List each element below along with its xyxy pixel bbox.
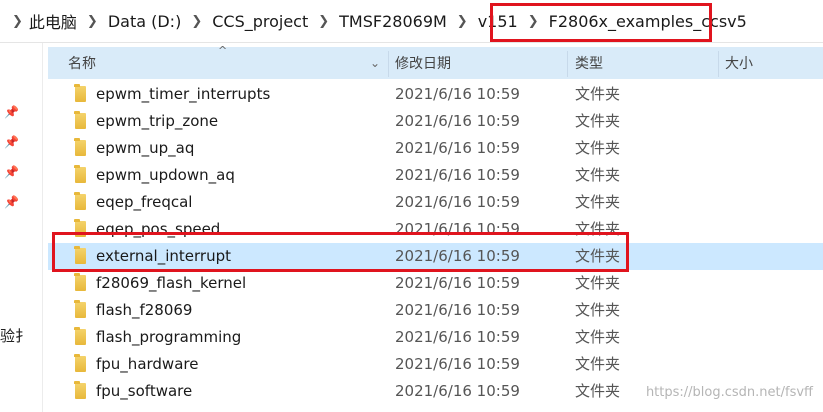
column-header-size[interactable]: 大小 (725, 47, 753, 79)
sort-ascending-icon: ^ (218, 44, 228, 57)
file-type: 文件夹 (575, 166, 621, 184)
file-row[interactable]: epwm_up_aq 2021/6/16 10:59 文件夹 (48, 135, 823, 162)
file-date: 2021/6/16 10:59 (395, 139, 520, 157)
file-row[interactable]: epwm_updown_aq 2021/6/16 10:59 文件夹 (48, 162, 823, 189)
chevron-right-icon[interactable]: ❯ (318, 14, 329, 29)
folder-icon (74, 84, 86, 102)
column-header: ^ 名称 ⌄ 修改日期 类型 大小 (48, 44, 823, 79)
file-date: 2021/6/16 10:59 (395, 274, 520, 292)
file-type: 文件夹 (575, 112, 621, 130)
file-row[interactable]: eqep_freqcal 2021/6/16 10:59 文件夹 (48, 189, 823, 216)
column-divider[interactable] (388, 51, 389, 77)
file-name: flash_programming (96, 328, 242, 346)
file-type: 文件夹 (575, 382, 621, 400)
column-header-type[interactable]: 类型 (575, 47, 603, 79)
file-type: 文件夹 (575, 85, 621, 103)
folder-icon (74, 381, 86, 399)
file-type: 文件夹 (575, 247, 621, 265)
folder-icon (74, 327, 86, 345)
breadcrumb-current-folder[interactable]: F2806x_examples_ccsv5 (549, 12, 747, 31)
breadcrumb-tmsf28069m[interactable]: TMSF28069M (339, 12, 447, 31)
file-name: epwm_up_aq (96, 139, 195, 157)
folder-icon (74, 111, 86, 129)
folder-icon (74, 246, 86, 264)
file-type: 文件夹 (575, 301, 621, 319)
chevron-right-icon[interactable]: ❯ (457, 14, 468, 29)
pin-icon[interactable]: 📌 (4, 135, 19, 149)
folder-icon (74, 138, 86, 156)
file-row[interactable]: epwm_timer_interrupts 2021/6/16 10:59 文件… (48, 81, 823, 108)
file-date: 2021/6/16 10:59 (395, 247, 520, 265)
file-row[interactable]: flash_f28069 2021/6/16 10:59 文件夹 (48, 297, 823, 324)
folder-icon (74, 273, 86, 291)
file-name: flash_f28069 (96, 301, 193, 319)
column-header-name[interactable]: 名称 (68, 47, 96, 79)
breadcrumb-v151[interactable]: v151 (478, 12, 518, 31)
chevron-right-icon[interactable]: ❯ (12, 14, 23, 29)
pin-icon[interactable]: 📌 (4, 195, 19, 209)
file-name: external_interrupt (96, 247, 231, 265)
column-header-date[interactable]: 修改日期 (395, 47, 451, 79)
file-date: 2021/6/16 10:59 (395, 220, 520, 238)
watermark: https://blog.csdn.net/fsvff (645, 385, 813, 400)
column-divider[interactable] (567, 51, 568, 77)
chevron-down-icon[interactable]: ⌄ (370, 47, 380, 79)
file-date: 2021/6/16 10:59 (395, 166, 520, 184)
file-name: eqep_pos_speed (96, 220, 221, 238)
folder-icon (74, 354, 86, 372)
file-name: epwm_trip_zone (96, 112, 219, 130)
file-name: fpu_software (96, 382, 193, 400)
address-bar[interactable]: ❯ 此电脑 ❯ Data (D:) ❯ CCS_project ❯ TMSF28… (0, 0, 823, 43)
file-date: 2021/6/16 10:59 (395, 382, 520, 400)
file-date: 2021/6/16 10:59 (395, 193, 520, 211)
column-divider[interactable] (718, 51, 719, 77)
chevron-right-icon[interactable]: ❯ (528, 14, 539, 29)
file-name: fpu_hardware (96, 355, 199, 373)
file-name: epwm_updown_aq (96, 166, 235, 184)
file-date: 2021/6/16 10:59 (395, 112, 520, 130)
file-row-selected[interactable]: external_interrupt 2021/6/16 10:59 文件夹 (48, 243, 823, 270)
breadcrumb-this-pc[interactable]: 此电脑 (29, 9, 77, 33)
chevron-right-icon[interactable]: ❯ (87, 14, 98, 29)
file-row[interactable]: flash_programming 2021/6/16 10:59 文件夹 (48, 324, 823, 351)
file-type: 文件夹 (575, 220, 621, 238)
file-date: 2021/6/16 10:59 (395, 85, 520, 103)
file-row[interactable]: f28069_flash_kernel 2021/6/16 10:59 文件夹 (48, 270, 823, 297)
file-type: 文件夹 (575, 193, 621, 211)
file-row[interactable]: epwm_trip_zone 2021/6/16 10:59 文件夹 (48, 108, 823, 135)
pin-icon[interactable]: 📌 (4, 105, 19, 119)
navigation-pane[interactable]: 📌 📌 📌 📌 验扌 (0, 43, 43, 412)
file-row[interactable]: eqep_pos_speed 2021/6/16 10:59 文件夹 (48, 216, 823, 243)
folder-icon (74, 192, 86, 210)
breadcrumb-data-drive[interactable]: Data (D:) (108, 12, 181, 31)
breadcrumb-ccs-project[interactable]: CCS_project (212, 12, 308, 31)
folder-icon (74, 300, 86, 318)
file-type: 文件夹 (575, 328, 621, 346)
file-date: 2021/6/16 10:59 (395, 355, 520, 373)
file-date: 2021/6/16 10:59 (395, 301, 520, 319)
file-name: epwm_timer_interrupts (96, 85, 271, 103)
pin-icon[interactable]: 📌 (4, 165, 19, 179)
file-list: epwm_timer_interrupts 2021/6/16 10:59 文件… (48, 81, 823, 405)
file-type: 文件夹 (575, 274, 621, 292)
file-type: 文件夹 (575, 139, 621, 157)
file-date: 2021/6/16 10:59 (395, 328, 520, 346)
folder-icon (74, 219, 86, 237)
chevron-right-icon[interactable]: ❯ (191, 14, 202, 29)
nav-item-label[interactable]: 验扌 (0, 325, 30, 346)
file-row[interactable]: fpu_hardware 2021/6/16 10:59 文件夹 (48, 351, 823, 378)
file-type: 文件夹 (575, 355, 621, 373)
file-name: f28069_flash_kernel (96, 274, 247, 292)
file-name: eqep_freqcal (96, 193, 193, 211)
folder-icon (74, 165, 86, 183)
